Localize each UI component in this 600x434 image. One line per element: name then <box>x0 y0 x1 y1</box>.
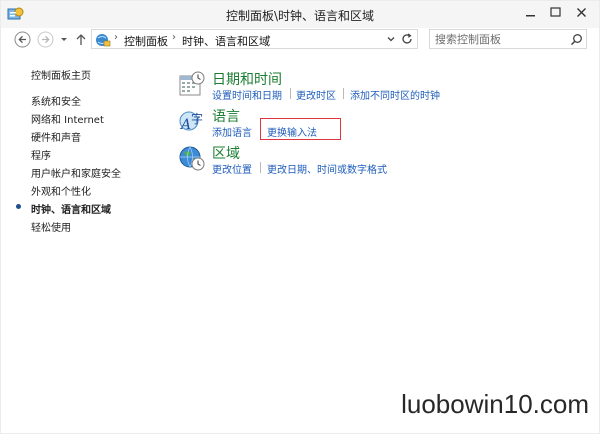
sidebar-item-ease-of-access[interactable]: 轻松使用 <box>31 219 71 234</box>
sidebar-item-hardware-sound[interactable]: 硬件和声音 <box>31 129 81 144</box>
chevron-right-icon[interactable]: › <box>267 32 271 43</box>
link-add-clocks[interactable]: 添加不同时区的时钟 <box>350 87 440 102</box>
link-separator <box>260 162 261 173</box>
watermark-text: luobowin10.com <box>401 389 589 419</box>
link-add-language[interactable]: 添加语言 <box>212 124 252 139</box>
forward-button[interactable] <box>37 31 54 48</box>
up-button[interactable] <box>74 31 88 48</box>
chevron-down-icon[interactable] <box>384 32 398 46</box>
window-title: 控制面板\时钟、语言和区域 <box>225 9 375 23</box>
recent-locations-button[interactable] <box>59 31 69 48</box>
sidebar: 控制面板主页 系统和安全 网络和 Internet 硬件和声音 程序 用户帐户和… <box>1 52 161 352</box>
link-separator <box>343 88 344 99</box>
search-box[interactable] <box>429 29 587 49</box>
sidebar-item-appearance[interactable]: 外观和个性化 <box>31 183 91 198</box>
link-change-formats[interactable]: 更改日期、时间或数字格式 <box>267 161 387 176</box>
category-title-datetime[interactable]: 日期和时间 <box>212 69 282 89</box>
back-button[interactable] <box>14 31 31 48</box>
minimize-button[interactable] <box>520 4 542 22</box>
sidebar-item-clock-language-region[interactable]: 时钟、语言和区域 <box>31 201 111 216</box>
svg-text:字: 字 <box>191 111 203 126</box>
language-icon[interactable]: A 字 <box>179 109 205 135</box>
link-change-time-zone[interactable]: 更改时区 <box>296 87 336 102</box>
breadcrumb-clock-language-region[interactable]: 时钟、语言和区域 <box>182 33 270 49</box>
calendar-clock-icon[interactable] <box>179 71 205 97</box>
svg-text:A: A <box>179 117 191 133</box>
chevron-right-icon[interactable]: › <box>114 32 118 43</box>
link-separator <box>290 88 291 99</box>
sidebar-item-programs[interactable]: 程序 <box>31 147 51 162</box>
sidebar-item-network-internet[interactable]: 网络和 Internet <box>31 111 104 126</box>
control-panel-icon <box>96 34 111 47</box>
active-indicator <box>16 204 21 209</box>
title-bar: 控制面板\时钟、语言和区域 <box>1 1 599 29</box>
link-set-time-date[interactable]: 设置时间和日期 <box>212 87 282 102</box>
sidebar-item-user-accounts[interactable]: 用户帐户和家庭安全 <box>31 165 121 180</box>
breadcrumb-control-panel[interactable]: 控制面板 <box>124 33 168 49</box>
highlight-box <box>260 118 341 140</box>
refresh-icon[interactable] <box>400 32 414 46</box>
link-change-location[interactable]: 更改位置 <box>212 161 252 176</box>
address-toolbar: › 控制面板 › 时钟、语言和区域 › <box>1 28 599 52</box>
globe-clock-icon[interactable] <box>179 145 205 171</box>
sidebar-item-control-panel-home[interactable]: 控制面板主页 <box>31 67 91 82</box>
address-bar[interactable]: › 控制面板 › 时钟、语言和区域 › <box>91 29 418 49</box>
close-button[interactable] <box>571 4 593 22</box>
chevron-right-icon[interactable]: › <box>172 32 176 43</box>
control-panel-window: 控制面板\时钟、语言和区域 › 控制面板 › 时钟、语言和区域 › 搜索控制面板… <box>0 0 600 434</box>
sidebar-item-system-security[interactable]: 系统和安全 <box>31 93 81 108</box>
maximize-button[interactable] <box>545 4 567 22</box>
category-title-region[interactable]: 区域 <box>212 143 240 163</box>
search-icon[interactable] <box>570 33 583 46</box>
category-title-language[interactable]: 语言 <box>212 106 240 126</box>
search-input[interactable] <box>431 31 569 47</box>
